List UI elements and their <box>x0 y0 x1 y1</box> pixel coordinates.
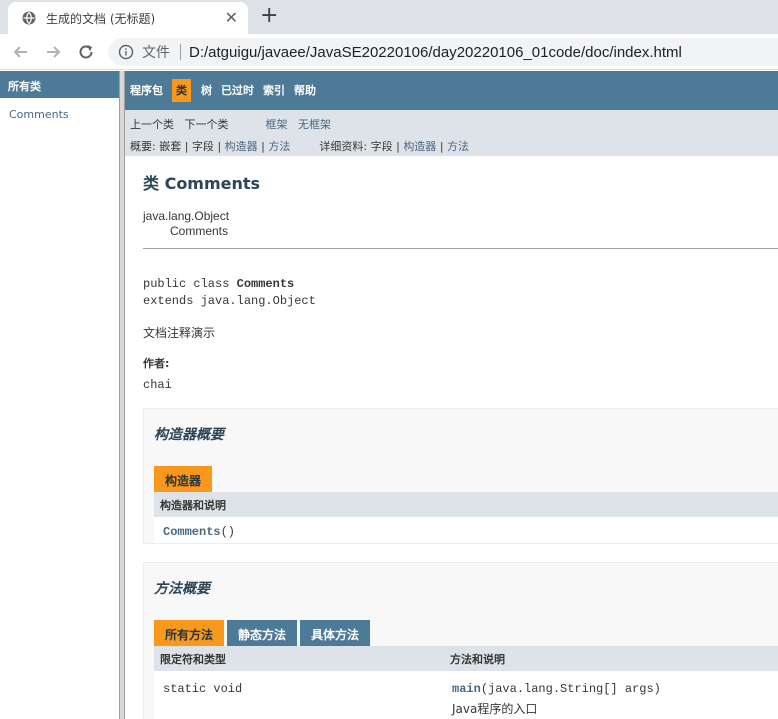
summary-nested: 嵌套 <box>159 140 182 153</box>
browser-tab[interactable]: 生成的文档 (无标题) ✕ <box>8 2 248 34</box>
class-signature: public class Comments extends java.lang.… <box>143 276 778 310</box>
address-separator <box>180 44 181 60</box>
pipe-separator: | <box>217 140 222 153</box>
pipe-separator: | <box>396 140 400 153</box>
tab-title: 生成的文档 (无标题) <box>46 11 156 26</box>
author-value: chai <box>143 378 172 392</box>
table-row: Comments() <box>154 517 778 543</box>
page-title: 类 Comments <box>143 174 261 193</box>
sig-prefix: public class <box>143 277 237 291</box>
inheritance-tree: java.lang.Object Comments <box>143 209 778 239</box>
url-text: D:/atguigu/javaee/JavaSE20220106/day2022… <box>189 43 682 61</box>
close-tab-icon[interactable]: ✕ <box>225 10 238 26</box>
address-bar[interactable]: 文件 D:/atguigu/javaee/JavaSE20220106/day2… <box>108 38 778 66</box>
sig-class-name: Comments <box>236 277 295 291</box>
constructor-summary-title: 构造器概要 <box>154 427 224 443</box>
info-icon[interactable] <box>118 44 134 60</box>
frames-link[interactable]: 框架 <box>266 118 288 131</box>
browser-tabstrip: 生成的文档 (无标题) ✕ + <box>0 0 778 34</box>
tab-concrete-methods[interactable]: 具体方法 <box>300 620 371 646</box>
class-link-comments[interactable]: Comments <box>0 98 119 121</box>
constructor-column-header: 构造器和说明 <box>154 492 778 517</box>
pipe-separator: | <box>261 140 265 153</box>
next-class-label: 下一个类 <box>184 118 229 131</box>
class-content: 类 Comments java.lang.Object Comments pub… <box>125 156 778 719</box>
method-args: (java.lang.String[] args) <box>480 682 661 696</box>
method-tabs: 所有方法 静态方法 具体方法 <box>154 620 778 646</box>
constructor-summary: 构造器概要 构造器 构造器和说明 Comments() <box>143 408 778 544</box>
detail-method-link[interactable]: 方法 <box>447 140 469 153</box>
method-column-header: 限定符和类型 方法和说明 <box>154 646 778 671</box>
nav-class: 类 <box>172 79 191 102</box>
inheritance-child: Comments <box>170 224 229 238</box>
column-modifier-type: 限定符和类型 <box>160 652 226 666</box>
browser-toolbar: 文件 D:/atguigu/javaee/JavaSE20220106/day2… <box>0 34 778 70</box>
constructor-args: () <box>220 525 236 539</box>
no-frames-link[interactable]: 无框架 <box>298 118 331 131</box>
detail-constructor-link[interactable]: 构造器 <box>403 140 436 153</box>
nav-index[interactable]: 索引 <box>263 82 285 98</box>
method-summary: 方法概要 所有方法 静态方法 具体方法 限定符和类型 方法和说明 static … <box>143 562 778 719</box>
reload-icon[interactable] <box>75 41 97 63</box>
sig-extends: extends java.lang.Object <box>143 294 316 308</box>
summary-label: 概要: <box>130 140 156 153</box>
tab-all-methods[interactable]: 所有方法 <box>154 620 225 646</box>
nav-help[interactable]: 帮助 <box>294 82 316 98</box>
pipe-separator: | <box>439 140 444 153</box>
method-summary-title: 方法概要 <box>154 581 210 597</box>
summary-constructor-link[interactable]: 构造器 <box>225 140 258 153</box>
constructor-tabs: 构造器 <box>154 466 778 492</box>
sub-navbar: 上一个类 下一个类 框架 无框架 概要: 嵌套 | 字段 | 构造器 | 方法 … <box>125 110 778 156</box>
method-modifier: static void <box>163 682 243 696</box>
constructor-link[interactable]: Comments <box>163 525 221 539</box>
top-navbar: 程序包 类 树 已过时 索引 帮助 <box>125 71 778 110</box>
all-classes-header: 所有类 <box>0 71 119 98</box>
tab-constructors: 构造器 <box>154 466 213 492</box>
file-label: 文件 <box>142 45 170 61</box>
inheritance-parent: java.lang.Object <box>143 209 230 223</box>
prev-class-label: 上一个类 <box>130 118 174 131</box>
table-row: static void main(java.lang.String[] args… <box>154 671 778 719</box>
pipe-separator: | <box>184 140 189 153</box>
forward-arrow-icon[interactable] <box>42 41 64 63</box>
detail-field: 字段 <box>370 140 393 153</box>
tab-static-methods[interactable]: 静态方法 <box>227 620 298 646</box>
summary-method-link[interactable]: 方法 <box>268 140 290 153</box>
column-method-desc: 方法和说明 <box>450 652 505 666</box>
class-description: 文档注释演示 <box>143 326 216 340</box>
nav-deprecated[interactable]: 已过时 <box>221 82 254 98</box>
method-link-main[interactable]: main <box>452 682 481 696</box>
class-doc-frame: 程序包 类 树 已过时 索引 帮助 上一个类 下一个类 框架 无框架 概要: 嵌… <box>125 71 778 719</box>
detail-label: 详细资料: <box>319 140 368 153</box>
new-tab-icon[interactable]: + <box>260 5 278 27</box>
all-classes-frame: 所有类 Comments <box>0 71 120 719</box>
nav-tree[interactable]: 树 <box>201 82 212 98</box>
back-arrow-icon[interactable] <box>10 41 32 63</box>
nav-package[interactable]: 程序包 <box>130 82 163 98</box>
summary-field: 字段 <box>191 140 214 153</box>
method-description: Java程序的入口 <box>452 702 538 716</box>
author-label: 作者: <box>143 357 170 370</box>
horizontal-rule <box>143 248 778 249</box>
globe-icon <box>22 11 36 25</box>
